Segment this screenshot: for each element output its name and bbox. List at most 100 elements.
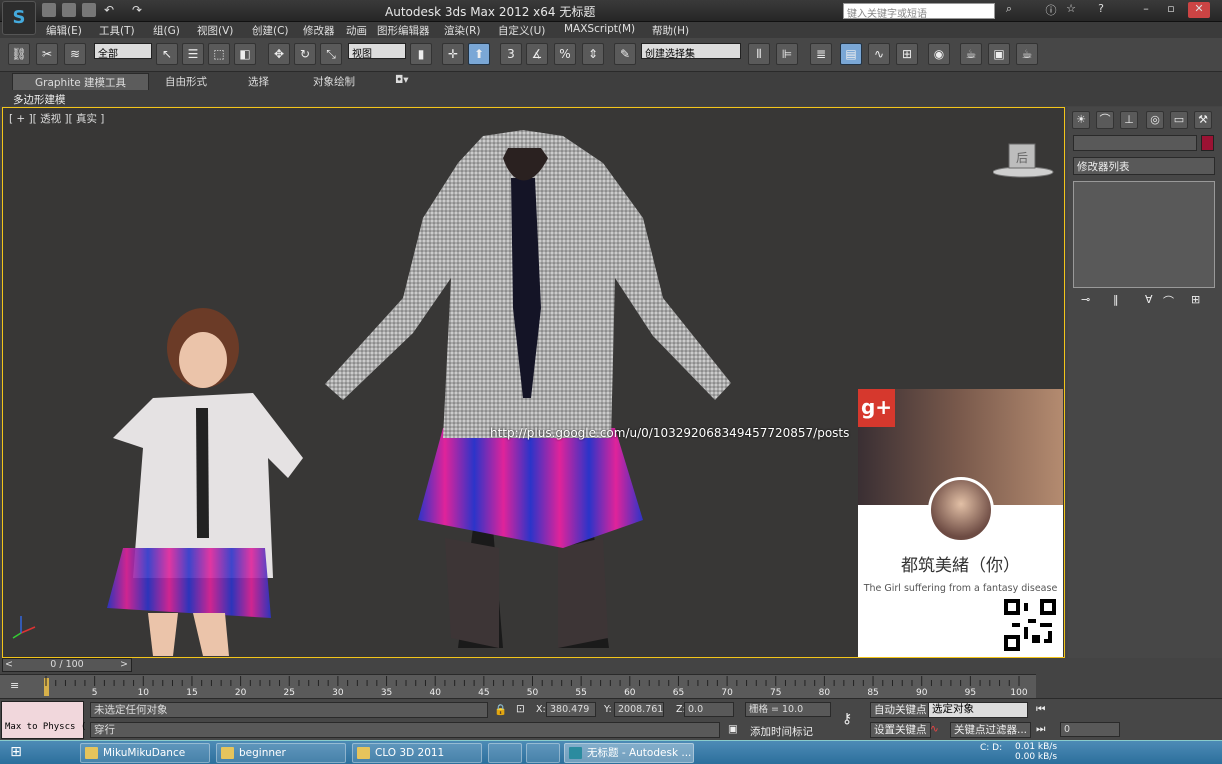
create-tab-icon[interactable]: ☀ [1072,111,1090,129]
search-icon[interactable]: ⌕ [998,2,1020,18]
unlink-icon[interactable]: ✂ [36,43,58,65]
key-mode-dropdown[interactable]: 选定对象 [928,702,1028,718]
mini-curve-editor-icon[interactable]: ≡ [10,679,19,692]
favorite-icon[interactable]: ☆ [1060,2,1082,18]
spinner-snap-icon[interactable]: ⇕ [582,43,604,65]
edit-named-selection-icon[interactable]: ✎ [614,43,636,65]
x-coordinate-field[interactable]: 380.479 [546,702,596,717]
new-file-icon[interactable] [42,3,56,17]
reference-photo[interactable] [107,308,303,656]
schematic-view-icon[interactable]: ⊞ [896,43,918,65]
key-curve-icon[interactable]: ∿ [930,723,939,735]
maximize-button[interactable]: ▫ [1160,2,1182,18]
set-key-button[interactable]: 设置关键点 [870,722,931,738]
z-coordinate-field[interactable]: 0.0 [684,702,734,717]
menu-rendering[interactable]: 渲染(R) [444,23,481,38]
add-time-tag-button[interactable]: 添加时间标记 [750,724,813,739]
named-selection-dropdown[interactable]: 创建选择集 [641,43,741,60]
viewcube[interactable]: 后 [992,140,1054,178]
menu-create[interactable]: 创建(C) [252,23,289,38]
curve-editor-icon[interactable]: ∿ [868,43,890,65]
menu-customize[interactable]: 自定义(U) [498,23,545,38]
hierarchy-tab-icon[interactable]: ⊥ [1120,111,1138,129]
percent-snap-icon[interactable]: % [554,43,576,65]
selection-filter-dropdown[interactable]: 全部 [94,43,152,60]
select-object-icon[interactable]: ↖ [156,43,178,65]
layer-manager-icon[interactable]: ≣ [810,43,832,65]
time-tag-icon[interactable]: ▣ [728,723,738,735]
rectangular-selection-icon[interactable]: ⬚ [208,43,230,65]
graphite-toggle-icon[interactable]: ▤ [840,43,862,65]
modifier-stack[interactable] [1073,181,1215,288]
scale-icon[interactable]: ⤡ [320,43,342,65]
pin-stack-icon[interactable]: ⊸ [1081,293,1090,306]
motion-tab-icon[interactable]: ◎ [1146,111,1164,129]
remove-modifier-icon[interactable]: ⌒ [1163,293,1174,309]
select-manipulate-icon[interactable]: ✛ [442,43,464,65]
mirror-icon[interactable]: ⫴ [748,43,770,65]
reference-coordinate-dropdown[interactable]: 视图 [348,43,406,60]
taskbar-app-icon[interactable] [526,743,560,763]
time-slider[interactable]: < 0 / 100 > [2,658,132,672]
object-name-field[interactable] [1073,135,1197,151]
redo-icon[interactable]: ↷ [132,3,146,17]
maxscript-listener[interactable]: Max to Physcs ( [1,701,86,739]
close-button[interactable]: ✕ [1188,2,1210,18]
taskbar-app-icon[interactable] [488,743,522,763]
menu-modifiers[interactable]: 修改器 [303,23,335,38]
goto-start-icon[interactable]: ⏮ [1036,703,1045,716]
object-color-swatch[interactable] [1201,135,1214,151]
app-menu-button[interactable]: S [2,1,36,35]
rendered-frame-icon[interactable]: ▣ [988,43,1010,65]
make-unique-icon[interactable]: ∀ [1145,293,1153,306]
align-icon[interactable]: ⊫ [776,43,798,65]
auto-key-button[interactable]: 自动关键点 [870,702,931,718]
polygon-modeling-label[interactable]: 多边形建模 [13,92,66,107]
menu-tools[interactable]: 工具(T) [99,23,135,38]
tab-freeform[interactable]: 自由形式 [165,74,207,89]
key-filters-button[interactable]: 关键点过滤器... [950,722,1032,738]
help-icon[interactable]: ? [1090,2,1112,18]
menu-maxscript[interactable]: MAXScript(M) [564,23,635,35]
material-editor-icon[interactable]: ◉ [928,43,950,65]
menu-edit[interactable]: 编辑(E) [46,23,82,38]
info-icon[interactable]: ⓘ [1040,2,1062,18]
configure-modifier-sets-icon[interactable]: ⊞ [1191,293,1200,306]
modifier-list-dropdown[interactable]: 修改器列表 [1073,157,1215,175]
show-end-result-icon[interactable]: ‖ [1113,293,1119,306]
modify-tab-icon[interactable]: ⌒ [1096,111,1114,129]
menu-views[interactable]: 视图(V) [197,23,233,38]
taskbar-item-beginner[interactable]: beginner [216,743,346,763]
time-slider-prev[interactable]: < [5,659,13,670]
taskbar-item-mikumikudance[interactable]: MikuMikuDance [80,743,210,763]
rotate-icon[interactable]: ↻ [294,43,316,65]
render-production-icon[interactable]: ☕ [1016,43,1038,65]
menu-help[interactable]: 帮助(H) [652,23,689,38]
select-by-name-icon[interactable]: ☰ [182,43,204,65]
link-icon[interactable]: ⛓ [8,43,30,65]
current-frame-field[interactable]: 0 [1060,722,1120,737]
taskbar-item-3dsmax[interactable]: 无标题 - Autodesk ... [564,743,694,763]
key-mode-toggle-icon[interactable]: ⏭ [1036,723,1045,736]
time-slider-next[interactable]: > [120,659,128,670]
menu-graph-editors[interactable]: 图形编辑器 [377,23,430,38]
menu-group[interactable]: 组(G) [153,23,180,38]
utilities-tab-icon[interactable]: ⚒ [1194,111,1212,129]
menu-animation[interactable]: 动画 [346,23,367,38]
garment-model[interactable] [325,130,731,648]
pivot-center-icon[interactable]: ▮ [410,43,432,65]
set-key-icon[interactable]: ⚷ [842,711,852,727]
save-file-icon[interactable] [82,3,96,17]
minimize-button[interactable]: – [1135,2,1157,18]
move-icon[interactable]: ✥ [268,43,290,65]
bind-spacewarp-icon[interactable]: ≋ [64,43,86,65]
search-input[interactable]: 键入关键字或短语 [843,3,995,20]
tab-object-paint[interactable]: 对象绘制 [313,74,355,89]
angle-snap-icon[interactable]: ∡ [526,43,548,65]
undo-icon[interactable]: ↶ [104,3,118,17]
open-file-icon[interactable] [62,3,76,17]
window-crossing-icon[interactable]: ◧ [234,43,256,65]
absolute-mode-icon[interactable]: ⊡ [516,703,525,715]
ribbon-options-icon[interactable]: ◘▾ [395,74,409,86]
start-button[interactable]: ⊞ [4,744,28,762]
